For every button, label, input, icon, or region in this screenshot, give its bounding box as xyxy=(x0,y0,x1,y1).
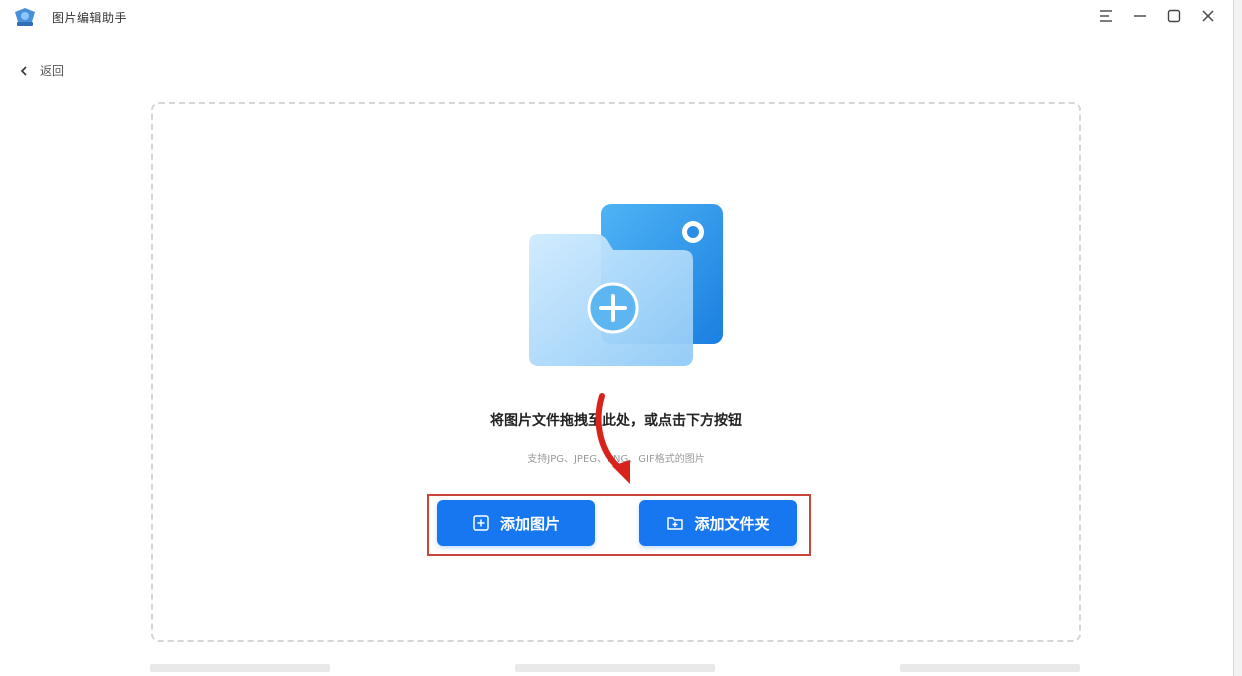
placeholder-bar xyxy=(515,664,715,672)
window-border xyxy=(1233,0,1242,676)
add-image-illustration-icon xyxy=(529,204,723,366)
title-bar: 图片编辑助手 xyxy=(0,0,1234,36)
app-window: 图片编辑助手 返回 将图片文件拖拽至此处，或点击下方按钮 支持JPG、JPEG、… xyxy=(0,0,1242,676)
add-image-button[interactable]: 添加图片 xyxy=(437,500,595,546)
back-label: 返回 xyxy=(40,64,65,78)
chevron-left-icon xyxy=(20,65,27,76)
back-button[interactable]: 返回 xyxy=(18,62,64,79)
add-folder-button[interactable]: 添加文件夹 xyxy=(639,500,797,546)
app-title: 图片编辑助手 xyxy=(52,11,128,25)
plus-square-icon xyxy=(473,515,489,531)
folder-plus-icon xyxy=(667,517,684,530)
bottom-partial-content xyxy=(150,664,1080,676)
minimize-icon[interactable] xyxy=(1130,6,1150,26)
window-controls xyxy=(1096,6,1218,26)
annotation-arrow-icon xyxy=(595,393,630,484)
maximize-icon[interactable] xyxy=(1164,6,1184,26)
menu-icon[interactable] xyxy=(1096,6,1116,26)
placeholder-bar xyxy=(150,664,330,672)
add-folder-label: 添加文件夹 xyxy=(694,514,770,533)
close-icon[interactable] xyxy=(1198,6,1218,26)
add-image-label: 添加图片 xyxy=(499,514,560,533)
placeholder-bar xyxy=(900,664,1080,672)
drop-zone[interactable]: 将图片文件拖拽至此处，或点击下方按钮 支持JPG、JPEG、PNG、GIF格式的… xyxy=(151,102,1081,642)
app-logo-icon xyxy=(15,8,35,26)
